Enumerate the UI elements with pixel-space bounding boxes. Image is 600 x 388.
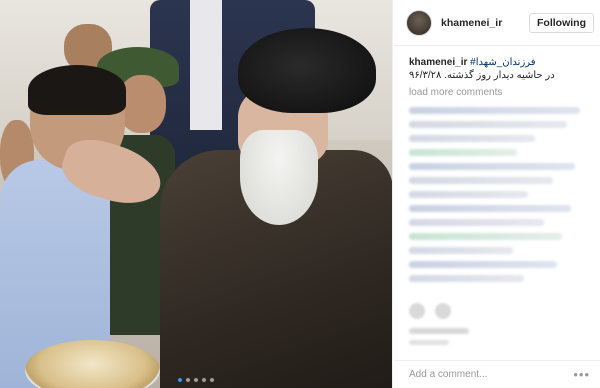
blurred-comment <box>409 177 553 184</box>
post-time-blurred <box>409 340 449 345</box>
load-more-comments-link[interactable]: load more comments <box>409 87 502 98</box>
blurred-comment <box>409 205 571 212</box>
blurred-comment <box>409 121 568 128</box>
blurred-comment <box>409 247 514 254</box>
post-side-panel: khamenei_ir Following khamenei_ir #فرزند… <box>394 0 600 388</box>
add-comment-input[interactable] <box>409 369 574 380</box>
caption-username[interactable]: khamenei_ir <box>409 57 467 68</box>
post-header: khamenei_ir Following <box>394 0 600 46</box>
blurred-comment <box>409 275 525 282</box>
carousel-dot[interactable] <box>202 378 206 382</box>
caption-text: در حاشیه دیدار روز گذشته. ۹۶/۳/۲۸ <box>409 70 555 81</box>
blurred-comment <box>409 191 528 198</box>
photo-beard <box>240 130 318 225</box>
photo-shirt <box>190 0 222 130</box>
blurred-comment <box>409 149 517 156</box>
blurred-comment <box>409 261 557 268</box>
post-photo[interactable] <box>0 0 393 388</box>
heart-icon[interactable] <box>409 303 425 319</box>
photo-turban <box>238 28 376 113</box>
more-options-icon[interactable]: ••• <box>573 367 590 382</box>
likes-count-blurred <box>409 328 469 334</box>
photo-boy-hair <box>28 65 126 115</box>
carousel-dot[interactable] <box>186 378 190 382</box>
carousel-dot[interactable] <box>178 378 182 382</box>
post-caption: khamenei_ir #فرزندان_شهدا در حاشیه دیدار… <box>409 56 594 82</box>
blurred-comment <box>409 163 575 170</box>
carousel-dot[interactable] <box>194 378 198 382</box>
comments-list-blurred <box>409 100 589 282</box>
comment-icon[interactable] <box>435 303 451 319</box>
header-username[interactable]: khamenei_ir <box>441 17 529 29</box>
blurred-comment <box>409 233 562 240</box>
add-comment-bar: ••• <box>394 360 600 388</box>
blurred-comment <box>409 219 544 226</box>
carousel-dots <box>0 378 392 382</box>
blurred-comment <box>409 107 580 114</box>
caption-hashtag[interactable]: #فرزندان_شهدا <box>470 57 535 68</box>
profile-avatar[interactable] <box>406 9 432 36</box>
post-actions <box>409 300 589 322</box>
carousel-dot[interactable] <box>210 378 214 382</box>
following-button[interactable]: Following <box>529 12 594 33</box>
blurred-comment <box>409 135 535 142</box>
